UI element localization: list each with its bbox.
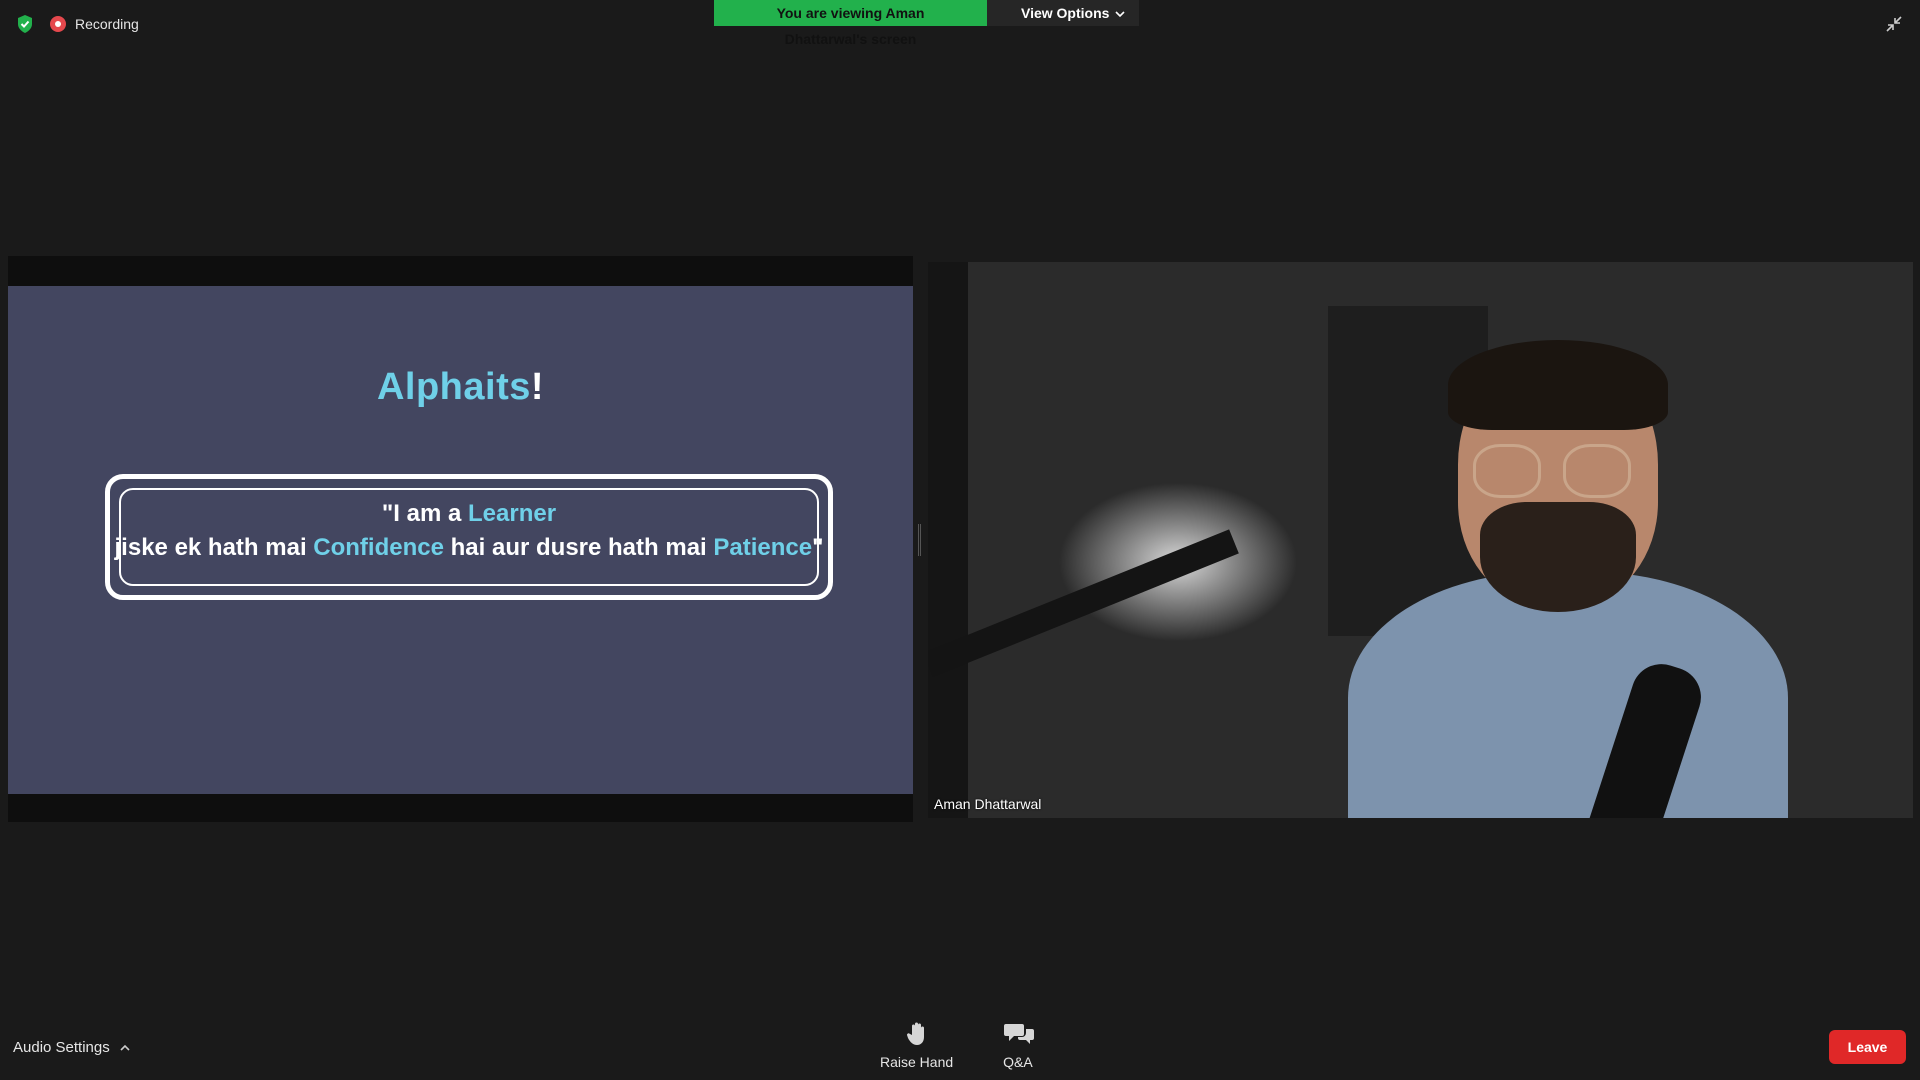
recording-indicator[interactable]: Recording xyxy=(50,16,139,32)
quote-line2-suffix: " xyxy=(812,534,824,561)
screen-share-banner: You are viewing Aman Dhattarwal's screen… xyxy=(714,0,1140,47)
shared-screen: Alphaits! "I am a Learner jiske ek hath … xyxy=(8,256,913,822)
video-person xyxy=(1348,340,1788,818)
quote-text: "I am a Learner jiske ek hath mai Confid… xyxy=(110,497,828,565)
slide-title-suffix: ! xyxy=(530,366,545,408)
quote-line1-prefix: "I am a xyxy=(381,500,469,527)
participant-video[interactable] xyxy=(928,262,1913,818)
presentation-slide: Alphaits! "I am a Learner jiske ek hath … xyxy=(8,286,913,794)
qa-icon xyxy=(1003,1020,1034,1048)
slide-title: Alphaits! xyxy=(8,366,913,409)
video-person-hair xyxy=(1448,340,1668,430)
chevron-up-icon xyxy=(120,1039,130,1056)
view-options-button[interactable]: View Options xyxy=(987,0,1140,26)
qa-label: Q&A xyxy=(1003,1054,1033,1070)
quote-box: "I am a Learner jiske ek hath mai Confid… xyxy=(105,474,833,600)
qa-button[interactable]: Q&A xyxy=(1003,1020,1034,1070)
quote-line2-part2: hai aur dusre hath mai xyxy=(443,534,714,561)
split-resize-handle[interactable] xyxy=(918,524,921,556)
leave-button[interactable]: Leave xyxy=(1829,1030,1906,1064)
quote-accent-confidence: Confidence xyxy=(313,534,444,561)
video-wall xyxy=(928,262,968,818)
raise-hand-label: Raise Hand xyxy=(880,1054,954,1070)
video-person-glasses-right xyxy=(1563,444,1631,498)
quote-accent-learner: Learner xyxy=(468,500,557,527)
top-left-status: Recording xyxy=(14,13,139,35)
viewing-banner: You are viewing Aman Dhattarwal's screen xyxy=(714,0,987,47)
participant-name: Aman Dhattarwal xyxy=(934,796,1042,812)
recording-label: Recording xyxy=(75,16,139,32)
video-person-beard xyxy=(1480,502,1636,612)
minimize-icon[interactable] xyxy=(1882,12,1906,36)
audio-settings-button[interactable]: Audio Settings xyxy=(13,1039,130,1056)
raise-hand-button[interactable]: Raise Hand xyxy=(880,1020,953,1070)
quote-line-2: jiske ek hath mai Confidence hai aur dus… xyxy=(110,531,828,565)
record-icon xyxy=(50,16,66,32)
shield-icon[interactable] xyxy=(14,13,36,35)
slide-title-main: Alphaits xyxy=(376,366,531,408)
video-person-glasses-left xyxy=(1473,444,1541,498)
quote-line2-part1: jiske ek hath mai xyxy=(114,534,314,561)
audio-settings-label: Audio Settings xyxy=(13,1039,110,1056)
quote-accent-patience: Patience xyxy=(713,534,813,561)
view-options-label: View Options xyxy=(1021,5,1110,21)
meeting-controls: Raise Hand Q&A xyxy=(880,1020,1034,1070)
chevron-down-icon xyxy=(1115,0,1126,26)
raise-hand-icon xyxy=(903,1020,931,1048)
quote-line-1: "I am a Learner xyxy=(110,497,828,531)
